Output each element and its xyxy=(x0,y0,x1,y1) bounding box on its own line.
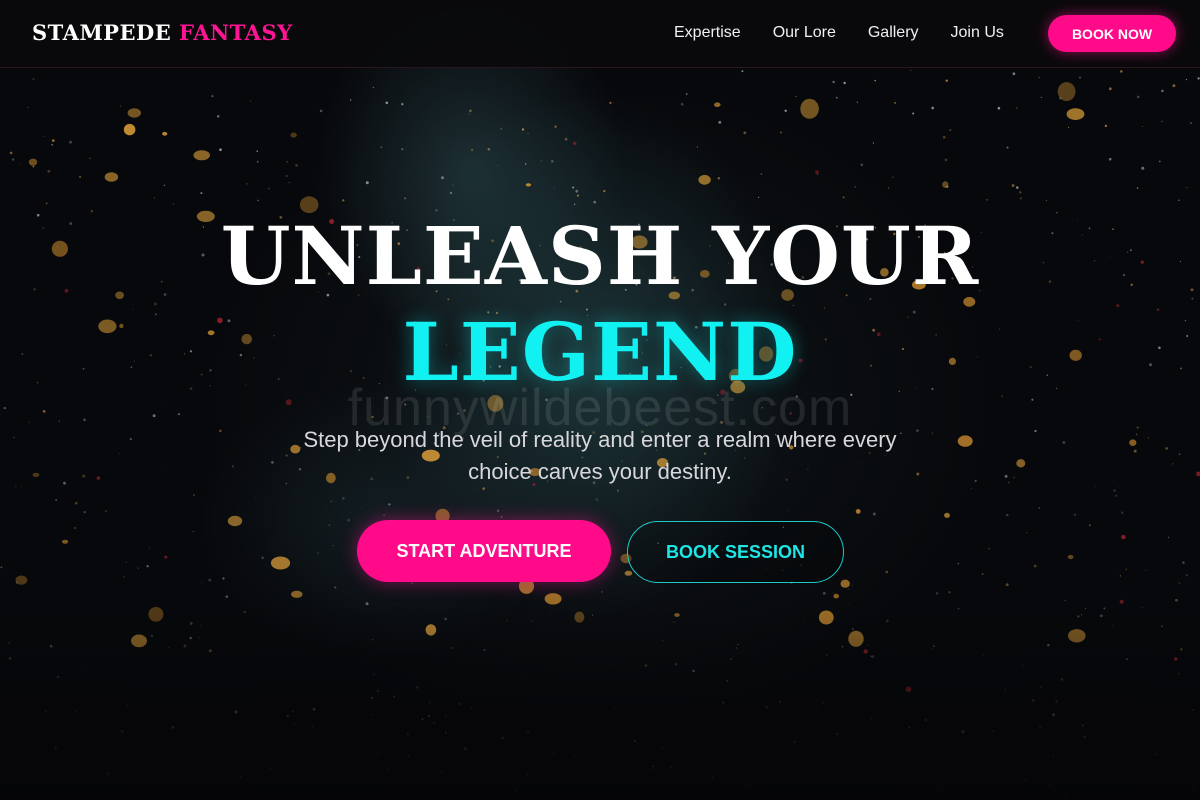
nav-link-our-lore[interactable]: Our Lore xyxy=(773,24,836,42)
book-session-button[interactable]: BOOK SESSION xyxy=(627,521,844,583)
hero-headline: UNLEASH YOUR LEGEND xyxy=(0,208,1200,400)
start-adventure-button[interactable]: START ADVENTURE xyxy=(357,520,611,582)
navbar: STAMPEDE FANTASY Expertise Our Lore Gall… xyxy=(0,0,1200,68)
headline-line-1: UNLEASH YOUR xyxy=(220,209,980,303)
hero-bottom-fade xyxy=(0,600,1200,800)
nav-link-join-us[interactable]: Join Us xyxy=(951,24,1004,42)
site-logo[interactable]: STAMPEDE FANTASY xyxy=(32,20,293,45)
main-nav: Expertise Our Lore Gallery Join Us xyxy=(674,24,1036,42)
nav-link-expertise[interactable]: Expertise xyxy=(674,24,741,42)
headline-line-2: LEGEND xyxy=(402,305,798,399)
logo-main-text: STAMPEDE xyxy=(32,20,172,45)
book-now-button[interactable]: BOOK NOW xyxy=(1048,15,1176,52)
nav-link-gallery[interactable]: Gallery xyxy=(868,24,919,42)
hero-subtitle: Step beyond the veil of reality and ente… xyxy=(303,427,897,484)
logo-accent-text: FANTASY xyxy=(179,20,293,45)
hero-section: UNLEASH YOUR LEGEND funnywildebeest.com … xyxy=(0,0,1200,800)
